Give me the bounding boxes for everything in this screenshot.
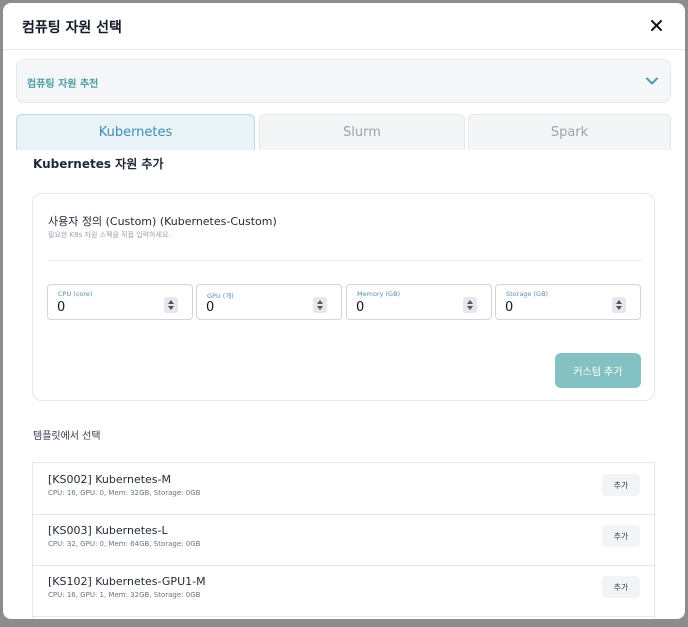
spin-down-icon [317,306,323,310]
spin-down-icon [616,306,622,310]
template-row: [KS102] Kubernetes-GPU1-M CPU: 16, GPU: … [33,565,654,617]
template-list: [KS002] Kubernetes-M CPU: 16, GPU: 0, Me… [32,462,655,619]
storage-stepper[interactable] [612,297,626,313]
cpu-field-value[interactable]: 0 [57,300,65,315]
gpu-field-value[interactable]: 0 [206,300,214,315]
template-spec: CPU: 32, GPU: 0, Mem: 64GB, Storage: 0GB [48,540,201,548]
template-spec: CPU: 16, GPU: 1, Mem: 32GB, Storage: 0GB [48,591,201,599]
template-name: [KS102] Kubernetes-GPU1-M [48,575,206,588]
custom-resource-description: 필요한 K8s 자원 스펙을 직접 입력하세요. [48,231,171,239]
gpu-field[interactable]: GPU (개) 0 [196,284,342,320]
spin-down-icon [168,306,174,310]
accordion-label: 컴퓨팅 자원 추천 [27,79,99,90]
section-title: Kubernetes 자원 추가 [33,157,164,171]
template-add-button[interactable]: 추가 [602,525,640,547]
spin-down-icon [467,306,473,310]
template-add-button[interactable]: 추가 [602,474,640,496]
close-button[interactable] [645,14,667,36]
memory-field[interactable]: Memory (GB) 0 [346,284,492,320]
spin-up-icon [317,300,323,304]
cpu-stepper[interactable] [164,297,178,313]
template-row: [KS002] Kubernetes-M CPU: 16, GPU: 0, Me… [33,463,654,515]
resource-select-modal: 컴퓨팅 자원 선택 컴퓨팅 자원 추천 Kubernetes Slurm Spa… [3,3,685,619]
custom-resource-card: 사용자 정의 (Custom) (Kubernetes-Custom) 필요한 … [32,193,655,401]
gpu-field-label: GPU (개) [207,292,234,300]
spin-up-icon [467,300,473,304]
tab-kubernetes[interactable]: Kubernetes [16,114,255,150]
template-spec: CPU: 16, GPU: 0, Mem: 32GB, Storage: 0GB [48,489,201,497]
close-icon [650,19,662,31]
memory-field-value[interactable]: 0 [356,300,364,315]
spin-up-icon [616,300,622,304]
resource-tabs: Kubernetes Slurm Spark [16,114,671,150]
add-custom-button[interactable]: 커스텀 추가 [555,353,641,388]
gpu-stepper[interactable] [313,297,327,313]
custom-resource-name: 사용자 정의 (Custom) (Kubernetes-Custom) [48,215,277,228]
cpu-field[interactable]: CPU (core) 0 [47,284,193,320]
cpu-field-label: CPU (core) [58,290,93,298]
memory-stepper[interactable] [463,297,477,313]
template-name: [KS002] Kubernetes-M [48,473,171,486]
storage-field[interactable]: Storage (GB) 0 [495,284,641,320]
tab-slurm[interactable]: Slurm [259,114,465,150]
template-section-title: 템플릿에서 선택 [33,431,101,442]
storage-field-label: Storage (GB) [506,290,549,298]
chevron-down-icon [646,77,658,85]
modal-header: 컴퓨팅 자원 선택 [3,3,685,50]
recommend-accordion[interactable]: 컴퓨팅 자원 추천 [16,59,671,103]
modal-title: 컴퓨팅 자원 선택 [22,20,122,36]
template-name: [KS003] Kubernetes-L [48,524,168,537]
memory-field-label: Memory (GB) [357,290,401,298]
spin-up-icon [168,300,174,304]
tab-spark[interactable]: Spark [468,114,671,150]
divider [48,260,643,261]
storage-field-value[interactable]: 0 [505,300,513,315]
template-row: [KS003] Kubernetes-L CPU: 32, GPU: 0, Me… [33,514,654,566]
template-add-button[interactable]: 추가 [602,576,640,598]
